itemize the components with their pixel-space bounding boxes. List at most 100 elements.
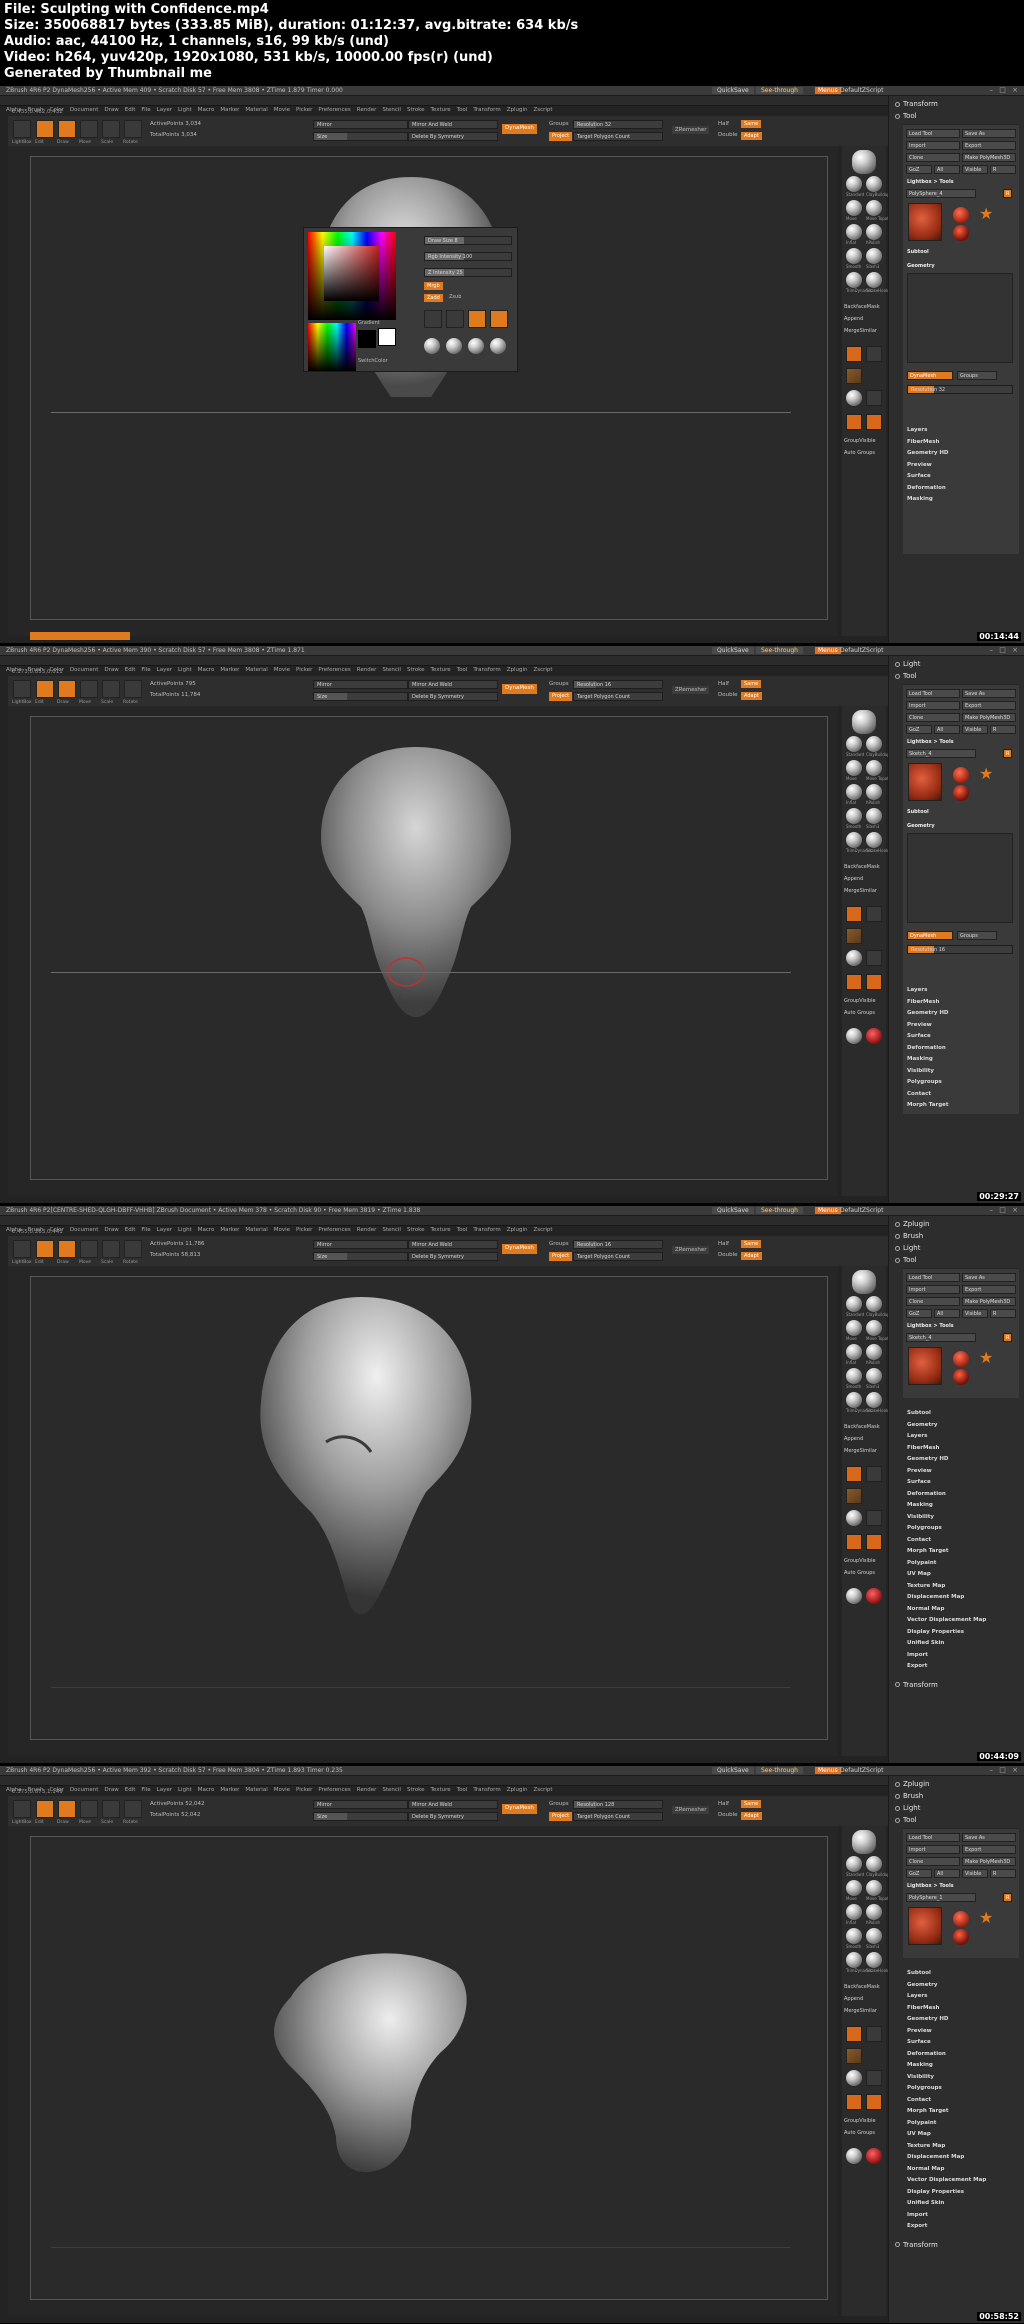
menu-item[interactable]: Preferences bbox=[318, 106, 350, 115]
current-tool-name[interactable]: Sketch_4 bbox=[906, 749, 976, 758]
tool-r-button[interactable]: R bbox=[1003, 1333, 1013, 1342]
frame-icon[interactable] bbox=[866, 390, 882, 406]
dynamesh-subpanel-button[interactable]: DynaMesh bbox=[907, 931, 953, 940]
load-tool-button[interactable]: Load Tool bbox=[906, 1273, 960, 1282]
default-script-button[interactable]: DefaultZScript bbox=[840, 1767, 883, 1774]
subpalette-header[interactable]: Visibility bbox=[907, 2072, 986, 2084]
subpalette-header[interactable]: FiberMesh bbox=[907, 997, 949, 1009]
brush-slot-icon[interactable] bbox=[468, 310, 486, 328]
merge-similar-button[interactable]: MergeSimilar bbox=[844, 1448, 877, 1454]
brush-trimdynamic-icon[interactable]: TrimDynamic bbox=[846, 272, 872, 293]
subpalette-header[interactable]: Subtool bbox=[907, 1968, 986, 1980]
resolution-subpanel-slider[interactable]: Resolution 32 bbox=[907, 385, 1013, 394]
double-button[interactable]: Double bbox=[718, 1812, 738, 1818]
target-polygon-slider[interactable]: Target Polygon Count bbox=[573, 1252, 663, 1261]
menu-item[interactable]: Movie bbox=[274, 106, 290, 115]
draw-button[interactable]: Draw bbox=[57, 680, 76, 705]
brush-trimdynamic-icon[interactable]: TrimDynamic bbox=[846, 832, 872, 853]
mirror-and-weld-button[interactable]: Mirror And Weld bbox=[408, 1240, 498, 1249]
subpalette-header[interactable]: Normal Map bbox=[907, 1604, 986, 1616]
rotate-button[interactable]: Rotate bbox=[123, 1240, 142, 1265]
menu-item[interactable]: Material bbox=[245, 666, 267, 675]
brush-move-topo-icon[interactable]: Move Topological bbox=[866, 200, 900, 221]
menu-item[interactable]: Draw bbox=[104, 106, 118, 115]
star-tool-icon[interactable]: ★ bbox=[979, 765, 997, 783]
menu-item[interactable]: Edit bbox=[125, 1786, 136, 1795]
r-button[interactable]: R bbox=[990, 1869, 1016, 1878]
menu-item[interactable]: Preferences bbox=[318, 666, 350, 675]
subpalette-header[interactable]: Contact bbox=[907, 1535, 986, 1547]
star-tool-icon[interactable]: ★ bbox=[979, 205, 997, 223]
texture-icon[interactable] bbox=[846, 368, 862, 384]
subpalette-header[interactable]: UV Map bbox=[907, 2129, 986, 2141]
menu-item[interactable]: Preferences bbox=[318, 1786, 350, 1795]
see-through-slider[interactable]: See-through bbox=[756, 87, 803, 94]
menu-item[interactable]: Preferences bbox=[318, 1226, 350, 1235]
brush-move-icon[interactable]: Move bbox=[846, 1880, 862, 1901]
export-button[interactable]: Export bbox=[962, 1285, 1016, 1294]
project-toggle[interactable]: Project bbox=[549, 1252, 573, 1261]
import-button[interactable]: Import bbox=[906, 701, 960, 710]
subpalette-header[interactable]: Masking bbox=[907, 1500, 986, 1512]
menu-item[interactable]: Zscript bbox=[533, 1226, 552, 1235]
brush-trimdynamic-icon[interactable]: TrimDynamic bbox=[846, 1952, 872, 1973]
material-icon[interactable] bbox=[846, 2070, 862, 2086]
subpalette-header[interactable]: Morph Target bbox=[907, 1100, 949, 1112]
clone-button[interactable]: Clone bbox=[906, 1297, 960, 1306]
menu-item[interactable]: Macro bbox=[198, 1226, 215, 1235]
subpalette-header[interactable]: Export bbox=[907, 1661, 986, 1673]
resolution-slider[interactable]: Resolution 16 bbox=[573, 1240, 663, 1249]
size-slider[interactable]: Size bbox=[313, 692, 408, 701]
color-square[interactable] bbox=[324, 246, 379, 301]
save-as-button[interactable]: Save As bbox=[962, 129, 1016, 138]
menu-item[interactable]: Light bbox=[178, 1226, 192, 1235]
backface-mask-toggle[interactable]: BackfaceMask bbox=[844, 1424, 880, 1430]
subpalette-header[interactable]: Masking bbox=[907, 494, 949, 506]
subpalette-header[interactable]: Unified Skin bbox=[907, 1638, 986, 1650]
mirror-button[interactable]: Mirror bbox=[313, 120, 408, 129]
menu-item[interactable]: Layer bbox=[157, 1786, 172, 1795]
subpalette-header[interactable]: Geometry HD bbox=[907, 2014, 986, 2026]
menu-item[interactable]: Render bbox=[357, 1786, 377, 1795]
zsub-button[interactable]: Zsub bbox=[449, 294, 461, 300]
subpalette-header[interactable]: Surface bbox=[907, 2037, 986, 2049]
brush-trimdynamic-icon[interactable]: TrimDynamic bbox=[846, 1392, 872, 1413]
stroke-dots-icon[interactable] bbox=[846, 346, 862, 362]
polysphere-tool-icon[interactable] bbox=[953, 785, 969, 801]
menu-item[interactable]: Render bbox=[357, 1226, 377, 1235]
append-button[interactable]: Append bbox=[844, 1996, 863, 2002]
groups-subpanel-button[interactable]: Groups bbox=[957, 371, 997, 380]
subpalette-header[interactable]: Contact bbox=[907, 1089, 949, 1101]
menu-item[interactable]: Picker bbox=[296, 1786, 312, 1795]
menu-item[interactable]: Material bbox=[245, 1786, 267, 1795]
see-through-slider[interactable]: See-through bbox=[756, 647, 803, 654]
mirror-and-weld-button[interactable]: Mirror And Weld bbox=[408, 680, 498, 689]
menu-item[interactable]: Zplugin bbox=[507, 106, 528, 115]
menu-item[interactable]: Texture bbox=[431, 1226, 451, 1235]
subpalette-header[interactable]: Deformation bbox=[907, 483, 949, 495]
menu-item[interactable]: File bbox=[141, 1226, 150, 1235]
delete-by-symmetry-button[interactable]: Delete By Symmetry bbox=[408, 1812, 498, 1821]
transform-header[interactable]: Transform bbox=[895, 1681, 938, 1689]
menu-item[interactable]: Marker bbox=[220, 1786, 239, 1795]
groups-toggle[interactable]: Groups bbox=[549, 681, 569, 687]
all-button[interactable]: All bbox=[934, 165, 960, 174]
tool-r-button[interactable]: R bbox=[1003, 189, 1013, 198]
zremesher-button[interactable]: ZRemesher bbox=[672, 1806, 710, 1814]
brush-smooth-icon[interactable]: Smooth bbox=[846, 248, 862, 269]
resolution-slider[interactable]: Resolution 32 bbox=[573, 120, 663, 129]
subpalette-header[interactable]: Import bbox=[907, 2210, 986, 2222]
subpalette-header[interactable]: Texture Map bbox=[907, 1581, 986, 1593]
menu-item[interactable]: Zscript bbox=[533, 1786, 552, 1795]
subpalette-header[interactable]: Displacement Map bbox=[907, 2152, 986, 2164]
alpha-off-icon[interactable] bbox=[866, 1466, 882, 1482]
menu-item[interactable]: Stroke bbox=[407, 106, 425, 115]
menu-item[interactable]: Transform bbox=[473, 1786, 500, 1795]
menu-item[interactable]: Draw bbox=[104, 1786, 118, 1795]
default-script-button[interactable]: DefaultZScript bbox=[840, 647, 883, 654]
target-polygon-slider[interactable]: Target Polygon Count bbox=[573, 1812, 663, 1821]
delete-by-symmetry-button[interactable]: Delete By Symmetry bbox=[408, 1252, 498, 1261]
double-button[interactable]: Double bbox=[718, 1252, 738, 1258]
window-controls-icon[interactable]: – □ × bbox=[990, 1766, 1020, 1774]
zremesher-button[interactable]: ZRemesher bbox=[672, 126, 710, 134]
